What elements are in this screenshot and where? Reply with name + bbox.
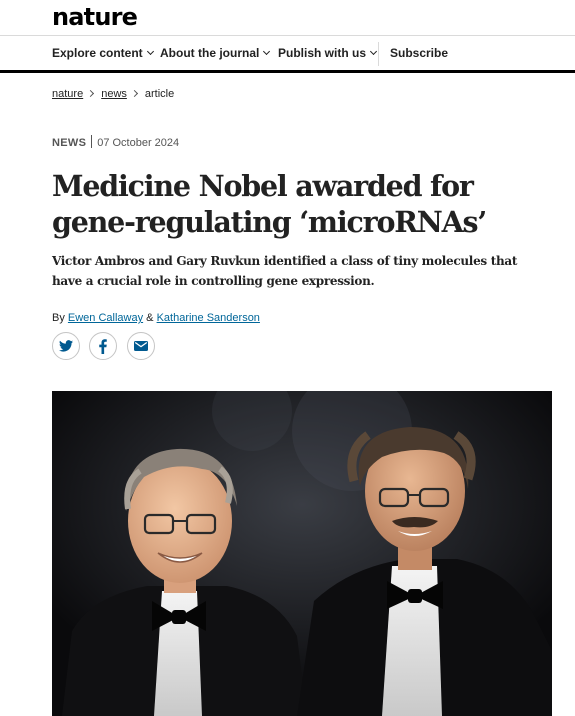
chevron-right-icon bbox=[87, 89, 95, 98]
hero-image bbox=[52, 391, 552, 716]
author-link-1[interactable]: Ewen Callaway bbox=[68, 312, 143, 324]
article-date: 07 October 2024 bbox=[97, 137, 180, 149]
chevron-right-icon bbox=[130, 89, 138, 98]
share-email-button[interactable] bbox=[127, 332, 155, 360]
byline: By Ewen Callaway & Katharine Sanderson bbox=[52, 312, 260, 324]
nature-logo[interactable]: nature bbox=[52, 2, 138, 32]
nav-about-the-journal[interactable]: About the journal bbox=[160, 36, 271, 70]
author-link-2[interactable]: Katharine Sanderson bbox=[157, 312, 260, 324]
nav-item-label: Publish with us bbox=[278, 46, 367, 60]
meta-divider bbox=[91, 135, 93, 148]
article-standfirst: Victor Ambros and Gary Ruvkun identified… bbox=[52, 254, 518, 288]
twitter-icon bbox=[59, 340, 73, 352]
article-meta: NEWS 07 October 2024 bbox=[52, 135, 179, 149]
article-title: Medicine Nobel awarded for gene-regulati… bbox=[52, 169, 487, 239]
email-icon bbox=[134, 341, 148, 351]
breadcrumb: nature news article bbox=[52, 88, 174, 100]
facebook-icon bbox=[99, 338, 107, 354]
breadcrumb-article: article bbox=[144, 88, 175, 100]
nav-item-label: Subscribe bbox=[390, 46, 449, 60]
nav-explore-content[interactable]: Explore content bbox=[52, 36, 154, 70]
nav-divider bbox=[378, 42, 379, 66]
main-nav: Explore content About the journal Publis… bbox=[0, 36, 575, 73]
nav-publish-with-us[interactable]: Publish with us bbox=[278, 36, 378, 70]
nav-subscribe[interactable]: Subscribe bbox=[390, 36, 448, 70]
nav-item-label: Explore content bbox=[52, 46, 143, 60]
article-type: NEWS bbox=[52, 137, 87, 149]
site-header: nature bbox=[0, 0, 575, 36]
share-facebook-button[interactable] bbox=[89, 332, 117, 360]
chevron-down-icon bbox=[369, 47, 378, 56]
chevron-down-icon bbox=[263, 47, 271, 56]
breadcrumb-nature[interactable]: nature bbox=[52, 88, 83, 100]
byline-prefix: By bbox=[52, 312, 65, 324]
nav-item-label: About the journal bbox=[160, 46, 260, 60]
author-joiner: & bbox=[146, 312, 154, 324]
share-twitter-button[interactable] bbox=[52, 332, 80, 360]
breadcrumb-news[interactable]: news bbox=[101, 88, 127, 100]
chevron-down-icon bbox=[146, 47, 154, 56]
